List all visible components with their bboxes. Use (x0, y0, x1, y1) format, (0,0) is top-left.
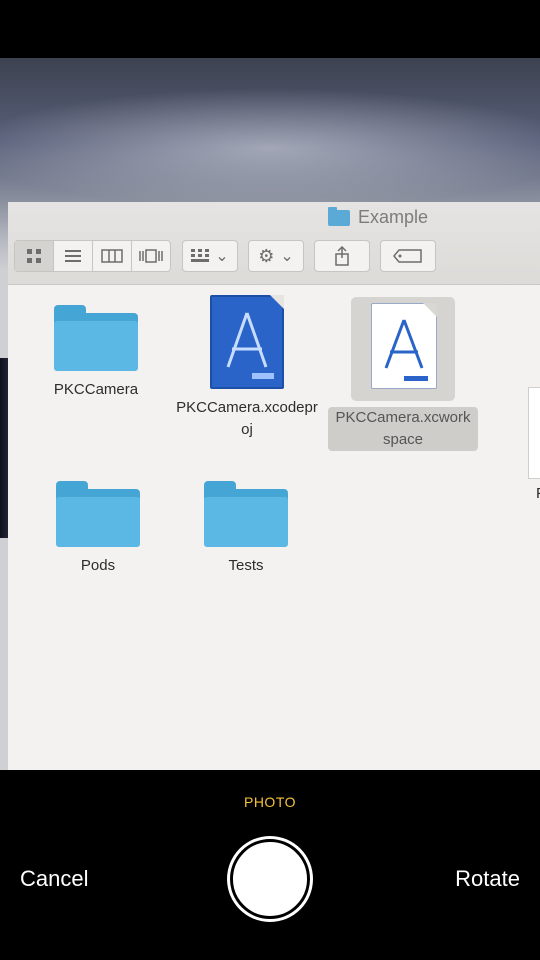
partial-file-icon (528, 387, 540, 479)
shutter-button[interactable] (227, 836, 313, 922)
window-title: Example (328, 206, 429, 228)
file-label: PKCCamera (53, 381, 139, 398)
camera-viewfinder: Example ⌄ ⚙ ⌄ PKCCamera PKCCamera.xcodep… (0, 58, 540, 770)
file-label: PKCCamera.xcworkspace (328, 407, 478, 451)
folder-icon (56, 481, 140, 547)
rotate-button[interactable]: Rotate (455, 866, 520, 892)
chevron-down-icon: ⌄ (280, 248, 294, 265)
top-bar (0, 0, 540, 58)
finder-titlebar: Example ⌄ ⚙ ⌄ (8, 202, 540, 285)
xcode-workspace-icon (371, 303, 437, 389)
share-button[interactable] (314, 240, 370, 272)
list-view-icon[interactable] (54, 241, 93, 271)
file-label: P (536, 485, 540, 502)
camera-controls: PHOTO Cancel Rotate (0, 770, 540, 960)
file-label: PKCCamera.xcodeproj (176, 399, 318, 438)
shutter-ring (230, 839, 310, 919)
view-mode-group (14, 240, 171, 272)
file-item-pods[interactable]: Pods (38, 481, 158, 577)
sky-background (0, 88, 540, 208)
action-button[interactable]: ⚙ ⌄ (248, 240, 304, 272)
camera-mode-label[interactable]: PHOTO (0, 794, 540, 810)
file-item-tests[interactable]: Tests (186, 481, 306, 577)
arrange-button[interactable]: ⌄ (182, 240, 238, 272)
finder-content: PKCCamera PKCCamera.xcodeproj PKCCamera.… (8, 285, 540, 770)
arrange-icon (191, 249, 210, 262)
folder-icon (54, 305, 138, 371)
column-view-icon[interactable] (93, 241, 132, 271)
window-title-text: Example (358, 207, 429, 227)
file-item-xcworkspace[interactable]: PKCCamera.xcworkspace (328, 297, 478, 451)
chevron-down-icon: ⌄ (215, 248, 229, 265)
file-label: Pods (80, 557, 116, 574)
folder-icon (204, 481, 288, 547)
tag-button[interactable] (380, 240, 436, 272)
folder-icon (328, 206, 350, 226)
cancel-button[interactable]: Cancel (20, 866, 88, 892)
file-label: Tests (228, 557, 264, 574)
xcode-project-icon (210, 295, 284, 389)
icon-view-icon[interactable] (15, 241, 54, 271)
file-item-xcodeproj[interactable]: PKCCamera.xcodeproj (172, 295, 322, 441)
coverflow-view-icon[interactable] (132, 241, 170, 271)
finder-window: Example ⌄ ⚙ ⌄ PKCCamera PKCCamera.xcodep… (8, 202, 540, 770)
share-icon (335, 246, 349, 266)
tag-icon (393, 249, 422, 263)
gear-icon: ⚙ (258, 245, 275, 266)
selected-file-label: PKCCamera.xcworkspace (328, 407, 478, 451)
file-item-pkccamera[interactable]: PKCCamera (36, 305, 156, 401)
